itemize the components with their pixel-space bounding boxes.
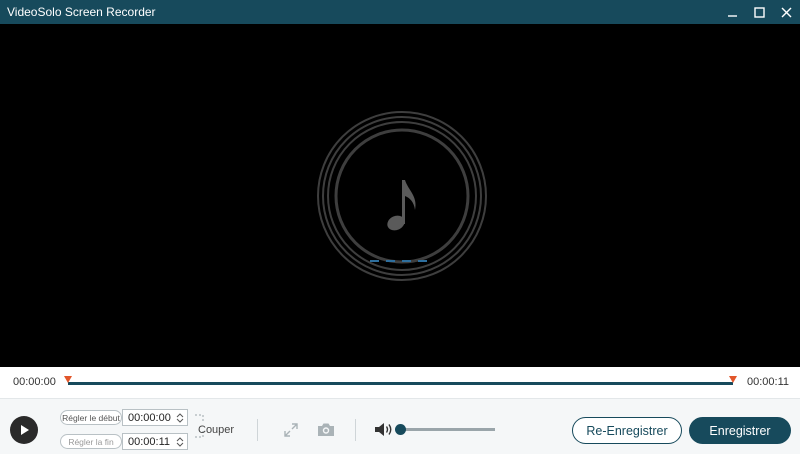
save-button[interactable]: Enregistrer bbox=[689, 417, 791, 444]
minimize-button[interactable] bbox=[719, 0, 746, 24]
rerecord-button[interactable]: Re-Enregistrer bbox=[572, 417, 682, 444]
timeline-track[interactable] bbox=[68, 382, 733, 385]
start-time-stepper[interactable] bbox=[176, 412, 184, 423]
preview-area bbox=[0, 24, 800, 367]
trim-start-marker[interactable] bbox=[64, 376, 72, 383]
minimize-icon bbox=[728, 14, 737, 17]
window-controls bbox=[719, 0, 800, 24]
close-button[interactable] bbox=[773, 0, 800, 24]
play-icon bbox=[21, 425, 29, 435]
chevron-down-icon[interactable] bbox=[176, 418, 184, 423]
window-title: VideoSolo Screen Recorder bbox=[7, 5, 156, 19]
maximize-button[interactable] bbox=[746, 0, 773, 24]
end-time-value: 00:00:11 bbox=[128, 435, 171, 448]
expand-icon[interactable] bbox=[283, 422, 299, 438]
end-time-field[interactable]: 00:00:11 bbox=[122, 433, 188, 450]
set-end-button[interactable]: Régler la fin bbox=[60, 434, 122, 449]
camera-icon[interactable] bbox=[317, 422, 335, 437]
controls-bar: Régler le début 00:00:00 Régler la fin 0… bbox=[0, 398, 800, 454]
set-start-button[interactable]: Régler le début bbox=[60, 410, 122, 425]
app-window: VideoSolo Screen Recorder 00:00:00 00:00… bbox=[0, 0, 800, 454]
volume-thumb[interactable] bbox=[395, 424, 406, 435]
trim-start-row: Régler le début 00:00:00 bbox=[60, 409, 188, 426]
speaker-icon[interactable] bbox=[374, 421, 394, 438]
divider bbox=[257, 419, 258, 441]
volume-slider[interactable] bbox=[395, 424, 495, 435]
timeline-end-time: 00:00:11 bbox=[746, 376, 789, 388]
play-button[interactable] bbox=[10, 416, 38, 444]
chevron-down-icon[interactable] bbox=[176, 442, 184, 447]
trim-end-marker[interactable] bbox=[729, 376, 737, 383]
music-visual bbox=[317, 111, 487, 281]
close-icon bbox=[781, 7, 792, 17]
start-time-value: 00:00:00 bbox=[128, 411, 171, 424]
end-time-stepper[interactable] bbox=[176, 436, 184, 447]
timeline-progress-fill bbox=[68, 382, 733, 385]
trim-end-row: Régler la fin 00:00:11 bbox=[60, 433, 188, 450]
cut-button[interactable]: Couper bbox=[198, 424, 234, 436]
music-note-icon bbox=[387, 180, 416, 231]
divider bbox=[355, 419, 356, 441]
title-bar: VideoSolo Screen Recorder bbox=[0, 0, 800, 24]
timeline-start-time: 00:00:00 bbox=[13, 376, 56, 388]
start-time-field[interactable]: 00:00:00 bbox=[122, 409, 188, 426]
timeline: 00:00:00 00:00:11 bbox=[0, 367, 800, 398]
maximize-icon bbox=[754, 6, 765, 18]
